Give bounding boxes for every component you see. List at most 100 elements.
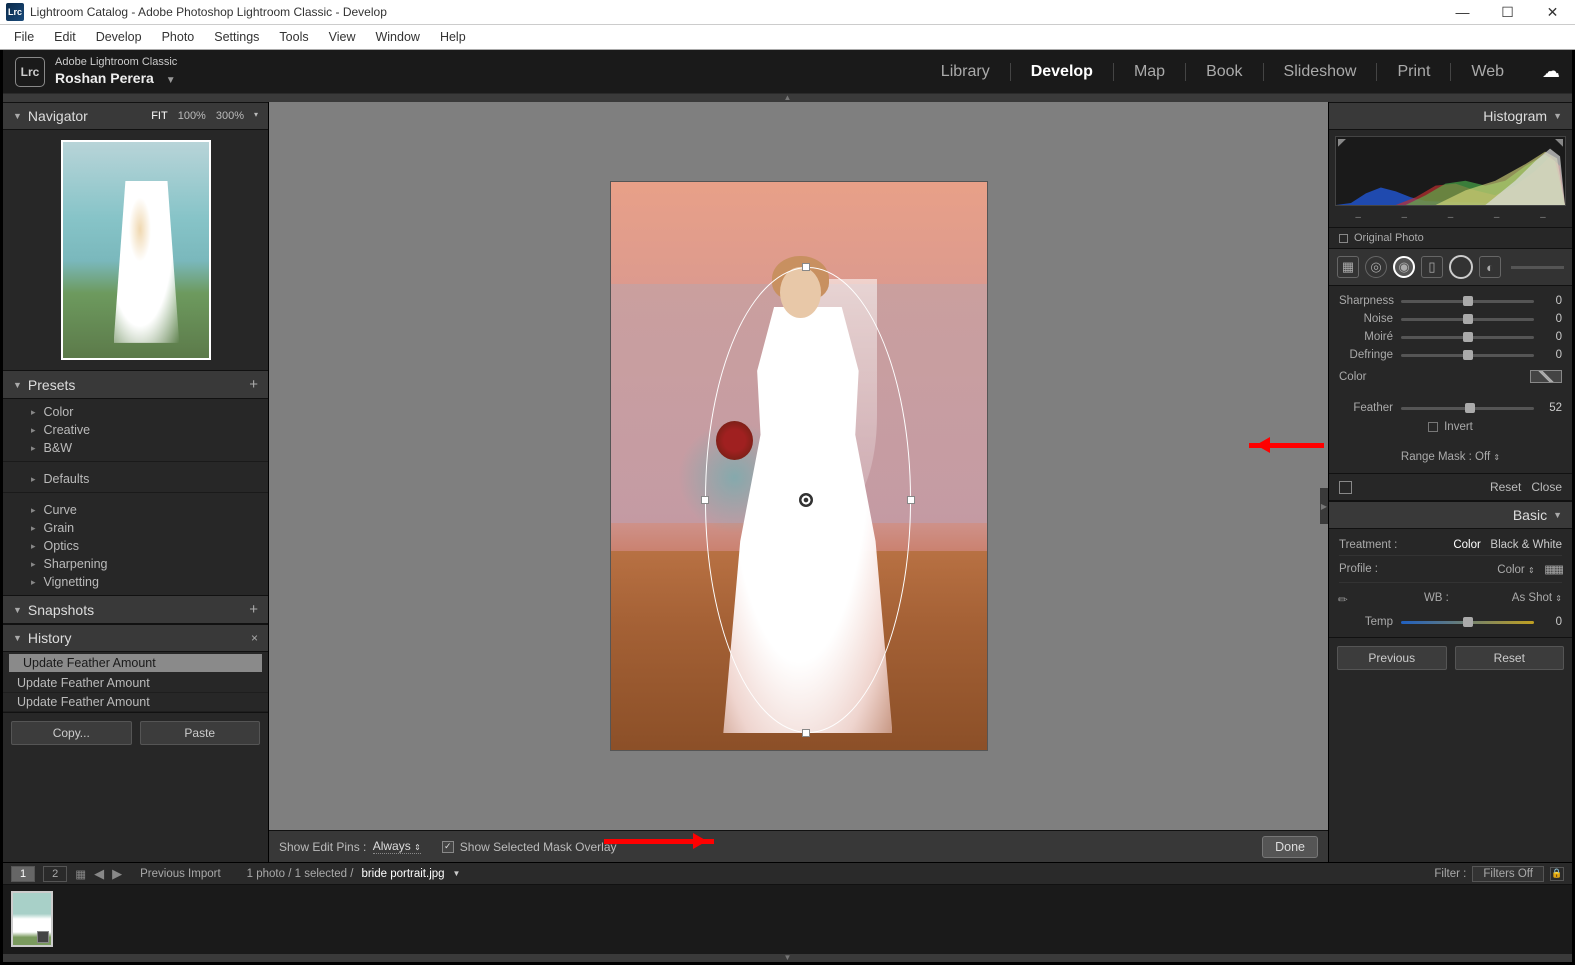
preset-group[interactable]: Defaults <box>3 470 268 488</box>
done-button[interactable]: Done <box>1262 836 1318 858</box>
photo-preview[interactable] <box>610 181 988 751</box>
invert-label[interactable]: Invert <box>1444 421 1473 433</box>
module-slideshow[interactable]: Slideshow <box>1284 63 1357 81</box>
tool-size-slider[interactable] <box>1511 266 1564 269</box>
zoom-300[interactable]: 300% <box>216 110 244 122</box>
canvas[interactable] <box>269 102 1328 830</box>
menu-edit[interactable]: Edit <box>44 30 86 44</box>
color-swatch-icon[interactable] <box>1530 370 1562 383</box>
nav-back-icon[interactable]: ◀ <box>94 866 104 882</box>
preset-group[interactable]: Color <box>3 403 268 421</box>
presets-header[interactable]: ▼ Presets + <box>3 370 268 399</box>
reset-button[interactable]: Reset <box>1455 646 1565 670</box>
clear-history-icon[interactable]: × <box>251 631 258 645</box>
module-map[interactable]: Map <box>1134 63 1165 81</box>
history-item[interactable]: Update Feather Amount <box>3 693 268 712</box>
menu-view[interactable]: View <box>319 30 366 44</box>
histogram-header[interactable]: Histogram ▼ <box>1329 102 1572 130</box>
nav-forward-icon[interactable]: ▶ <box>112 866 122 882</box>
gradient-tool-icon[interactable]: ▯ <box>1421 256 1443 278</box>
zoom-dropdown-icon[interactable]: ▾ <box>254 110 258 122</box>
profile-grid-icon[interactable]: ▦▦ <box>1544 564 1562 576</box>
treatment-bw[interactable]: Black & White <box>1490 539 1562 551</box>
moire-slider[interactable]: Moiré0 <box>1329 328 1572 346</box>
redeye-tool-icon[interactable]: ◉ <box>1393 256 1415 278</box>
switch-icon[interactable] <box>1339 481 1352 494</box>
identity-dropdown-icon[interactable]: ▼ <box>166 75 176 86</box>
show-pins-dropdown[interactable]: Always ⇕ <box>373 839 421 854</box>
menu-develop[interactable]: Develop <box>86 30 152 44</box>
eyedropper-icon[interactable]: ✎ <box>1334 582 1365 613</box>
basic-header[interactable]: Basic ▼ <box>1329 501 1572 529</box>
filters-off-dropdown[interactable]: Filters Off <box>1472 866 1544 882</box>
preset-group[interactable]: Optics <box>3 537 268 555</box>
menu-help[interactable]: Help <box>430 30 476 44</box>
sharpness-slider[interactable]: Sharpness0 <box>1329 292 1572 310</box>
radial-handle-bottom[interactable] <box>802 729 810 737</box>
range-mask-row[interactable]: Range Mask : Off ⇕ <box>1329 441 1572 474</box>
radial-pin-icon[interactable] <box>799 493 813 507</box>
add-snapshot-icon[interactable]: + <box>249 601 258 618</box>
close-link[interactable]: Close <box>1531 480 1562 494</box>
original-photo-toggle[interactable]: Original Photo <box>1329 227 1572 248</box>
navigator-thumbnail[interactable] <box>3 130 268 370</box>
navigator-header[interactable]: ▼ Navigator FIT 100% 300% ▾ <box>3 102 268 130</box>
cloud-sync-icon[interactable]: ☁ <box>1542 61 1560 82</box>
preset-group[interactable]: Creative <box>3 421 268 439</box>
menu-photo[interactable]: Photo <box>152 30 205 44</box>
radial-handle-right[interactable] <box>907 496 915 504</box>
previous-button[interactable]: Previous <box>1337 646 1447 670</box>
add-preset-icon[interactable]: + <box>249 376 258 393</box>
filename[interactable]: bride portrait.jpg <box>361 868 444 880</box>
user-name[interactable]: Roshan Perera <box>55 70 154 86</box>
treatment-color[interactable]: Color <box>1453 539 1480 551</box>
history-item[interactable]: Update Feather Amount <box>3 674 268 693</box>
zoom-100[interactable]: 100% <box>178 110 206 122</box>
temp-slider[interactable]: Temp0 <box>1339 613 1562 631</box>
history-header[interactable]: ▼ History × <box>3 624 268 652</box>
histogram-graph[interactable] <box>1335 136 1566 206</box>
brush-tool-icon[interactable]: ◐ <box>1479 256 1501 278</box>
crop-tool-icon[interactable]: ▦ <box>1337 256 1359 278</box>
mask-overlay-checkbox[interactable]: ✓ <box>442 841 454 853</box>
menu-settings[interactable]: Settings <box>204 30 269 44</box>
module-develop[interactable]: Develop <box>1031 63 1093 81</box>
radial-tool-icon[interactable] <box>1449 255 1473 279</box>
spot-tool-icon[interactable]: ◎ <box>1365 256 1387 278</box>
collapse-bottom-icon[interactable]: ▼ <box>3 954 1572 962</box>
invert-checkbox[interactable] <box>1428 422 1438 432</box>
mask-overlay-label[interactable]: Show Selected Mask Overlay <box>460 840 617 854</box>
view-mode-1[interactable]: 1 <box>11 866 35 882</box>
module-book[interactable]: Book <box>1206 63 1242 81</box>
menu-tools[interactable]: Tools <box>269 30 318 44</box>
preset-group[interactable]: Vignetting <box>3 573 268 591</box>
color-picker-row[interactable]: Color <box>1329 364 1572 389</box>
minimize-button[interactable]: — <box>1440 0 1485 25</box>
filmstrip-thumbnail[interactable] <box>11 891 53 947</box>
preset-group[interactable]: B&W <box>3 439 268 457</box>
filename-dropdown-icon[interactable]: ▼ <box>453 869 461 878</box>
copy-button[interactable]: Copy... <box>11 721 132 745</box>
zoom-fit[interactable]: FIT <box>151 110 168 122</box>
menu-window[interactable]: Window <box>365 30 429 44</box>
snapshots-header[interactable]: ▼ Snapshots + <box>3 595 268 624</box>
radial-handle-left[interactable] <box>701 496 709 504</box>
module-print[interactable]: Print <box>1397 63 1430 81</box>
preset-group[interactable]: Grain <box>3 519 268 537</box>
preset-group[interactable]: Curve <box>3 501 268 519</box>
history-item[interactable]: Update Feather Amount <box>9 654 262 672</box>
grid-icon[interactable]: ▦ <box>75 867 86 881</box>
module-library[interactable]: Library <box>941 63 990 81</box>
menu-file[interactable]: File <box>4 30 44 44</box>
filter-lock-icon[interactable]: 🔒 <box>1550 867 1564 881</box>
collapse-right-icon[interactable]: ▶ <box>1320 488 1328 524</box>
module-web[interactable]: Web <box>1471 63 1504 81</box>
feather-slider[interactable]: Feather52 <box>1329 399 1572 417</box>
defringe-slider[interactable]: Defringe0 <box>1329 346 1572 364</box>
view-mode-2[interactable]: 2 <box>43 866 67 882</box>
close-button[interactable]: ✕ <box>1530 0 1575 25</box>
wb-dropdown[interactable]: As Shot ⇕ <box>1512 592 1562 604</box>
maximize-button[interactable]: ☐ <box>1485 0 1530 25</box>
collapse-top-icon[interactable]: ▲ <box>3 94 1572 102</box>
paste-button[interactable]: Paste <box>140 721 261 745</box>
